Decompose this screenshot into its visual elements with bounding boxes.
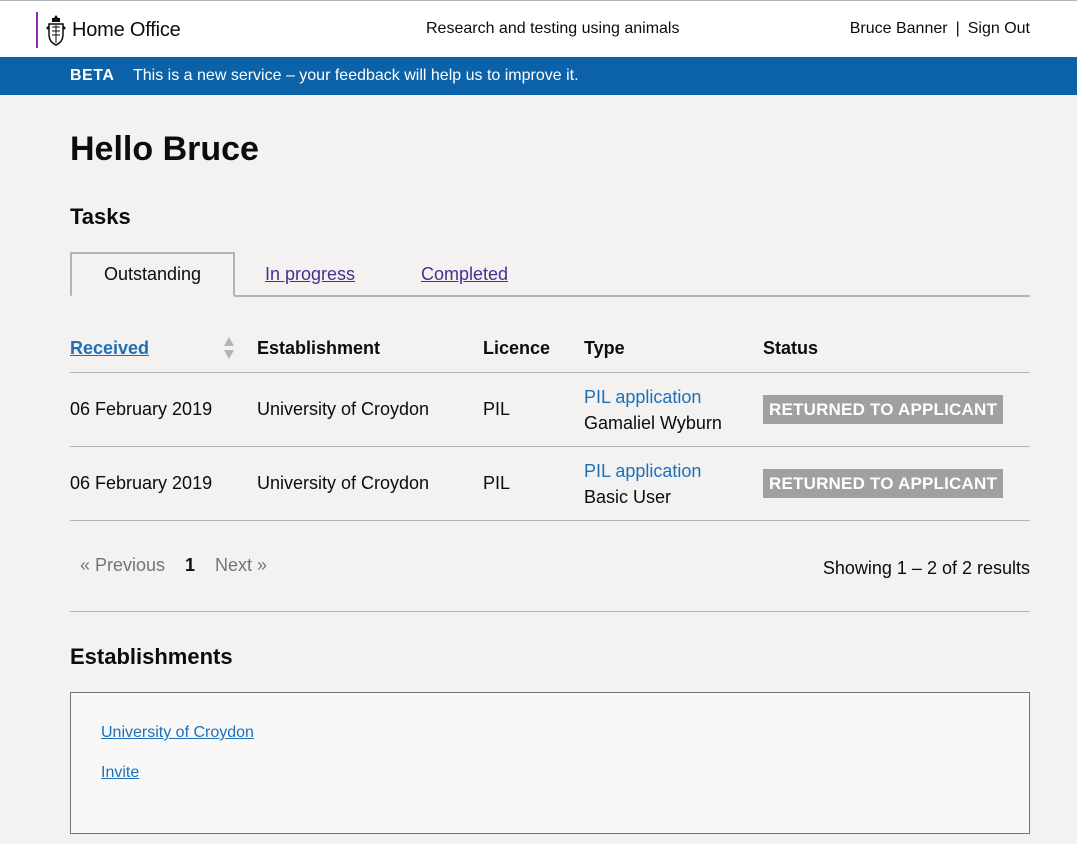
establishments-panel: University of Croydon Invite — [70, 692, 1030, 834]
tasks-table: Received Establishment Licence Type Stat… — [70, 325, 1030, 521]
beta-text-before: This is a new service – your — [133, 67, 335, 84]
beta-text: This is a new service – your feedback wi… — [133, 67, 579, 85]
type-cell: PIL application Gamaliel Wyburn — [584, 384, 722, 436]
establishments-heading: Establishments — [70, 644, 233, 669]
column-type: Type — [584, 338, 625, 358]
table-header: Received Establishment Licence Type Stat… — [70, 325, 1030, 373]
received-date: 06 February 2019 — [70, 399, 213, 419]
next-page-link[interactable]: Next » — [215, 555, 267, 576]
establishment-name: University of Croydon — [257, 399, 430, 419]
tab-completed[interactable]: Completed — [421, 252, 508, 297]
column-received[interactable]: Received — [70, 338, 149, 359]
beta-banner: BETA This is a new service – your feedba… — [0, 57, 1077, 95]
brand-name: Home Office — [72, 18, 181, 41]
pil-application-link[interactable]: PIL application — [584, 384, 722, 410]
type-cell: PIL application Basic User — [584, 458, 701, 510]
site-header: Home Office Research and testing using a… — [0, 0, 1077, 57]
current-page: 1 — [185, 555, 196, 575]
results-count: Showing 1 – 2 of 2 results — [822, 558, 1030, 578]
beta-tag: BETA — [70, 67, 115, 84]
beta-text-after: will help us to improve it. — [399, 67, 579, 84]
user-area: Bruce Banner | Sign Out — [850, 20, 1030, 38]
sign-out-link[interactable]: Sign Out — [968, 20, 1030, 38]
tab-in-progress[interactable]: In progress — [265, 252, 355, 297]
tab-outstanding[interactable]: Outstanding — [70, 252, 235, 297]
table-row: 06 February 2019 University of Croydon P… — [70, 373, 1030, 447]
royal-crest-icon — [46, 15, 66, 46]
table-row: 06 February 2019 University of Croydon P… — [70, 447, 1030, 521]
user-separator: | — [955, 20, 960, 37]
invite-link[interactable]: Invite — [101, 764, 139, 782]
user-name[interactable]: Bruce Banner — [850, 20, 948, 38]
tasks-heading: Tasks — [70, 204, 131, 229]
service-name[interactable]: Research and testing using animals — [426, 20, 679, 38]
licence-type: PIL — [483, 399, 511, 419]
status-badge: RETURNED TO APPLICANT — [763, 395, 1004, 424]
establishment-name: University of Croydon — [257, 473, 430, 493]
home-office-logo[interactable]: Home Office — [36, 12, 181, 48]
section-divider — [70, 611, 1030, 612]
column-establishment: Establishment — [257, 338, 381, 358]
previous-page-link[interactable]: « Previous — [80, 555, 165, 576]
page-title: Hello Bruce — [70, 130, 259, 168]
applicant-name: Basic User — [584, 487, 672, 507]
column-licence: Licence — [483, 338, 551, 358]
establishment-link[interactable]: University of Croydon — [101, 724, 254, 742]
applicant-name: Gamaliel Wyburn — [584, 413, 722, 433]
pil-application-link[interactable]: PIL application — [584, 458, 701, 484]
column-status: Status — [763, 338, 819, 358]
licence-type: PIL — [483, 473, 511, 493]
feedback-link[interactable]: feedback — [335, 67, 400, 84]
status-badge: RETURNED TO APPLICANT — [763, 469, 1004, 498]
received-date: 06 February 2019 — [70, 473, 213, 493]
sort-arrows-icon[interactable] — [223, 335, 235, 361]
task-tabs: Outstanding In progress Completed — [70, 252, 1030, 297]
